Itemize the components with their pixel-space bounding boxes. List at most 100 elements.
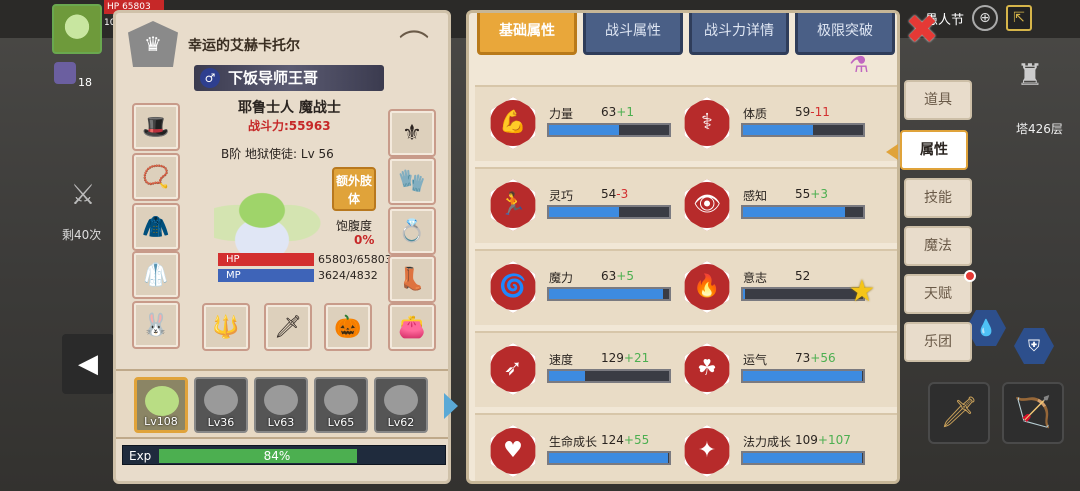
attribute-value: 52	[795, 269, 810, 283]
team-member-5[interactable]: Lv62	[374, 377, 428, 433]
potion-icon[interactable]: ⚗	[845, 53, 873, 87]
equip-slot-cloak[interactable]: 🧥	[132, 203, 180, 251]
attribute-bonus: +5	[616, 269, 634, 283]
bow-skill-icon[interactable]: 🏹	[1002, 382, 1064, 444]
side-item-talent[interactable]: 天赋	[904, 270, 976, 314]
team-member-4[interactable]: Lv65	[314, 377, 368, 433]
shield-icon[interactable]: ⛨	[1014, 328, 1054, 364]
attribute-bar-fill	[743, 453, 862, 463]
equip-slot-boots[interactable]: 👢	[388, 255, 436, 303]
attribute-bar	[547, 451, 671, 465]
hud-avatar[interactable]	[52, 4, 102, 54]
tab-limit-break[interactable]: 极限突破	[795, 13, 895, 55]
character-title: 幸运的艾赫卡托尔	[188, 38, 300, 54]
attribute-name: 力量	[549, 107, 574, 121]
team-member-2[interactable]: Lv36	[194, 377, 248, 433]
flame-icon: 🔥	[684, 261, 730, 313]
equip-slot-pet[interactable]: 🐰	[132, 301, 180, 349]
attribute-bar-fill	[743, 371, 862, 381]
side-item-attributes[interactable]: 属性	[886, 130, 968, 170]
attribute-row: 🏃 灵巧 54-3 👁 感知 55+3	[475, 167, 897, 243]
star-icon[interactable]: ★	[845, 275, 879, 309]
attribute-item[interactable]: 🔥 意志 52	[669, 257, 865, 317]
crossed-swords-icon[interactable]: ⚔	[66, 178, 100, 212]
sword-skill-icon[interactable]: 🗡	[928, 382, 990, 444]
attribute-bar-fill	[549, 453, 668, 463]
item-icon[interactable]	[54, 62, 76, 84]
attribute-item[interactable]: ♥ 生命成长 124+55	[475, 421, 671, 481]
tab-basic-attributes[interactable]: 基础属性	[477, 13, 577, 55]
attribute-value: 73+56	[795, 351, 836, 365]
equip-slot-armor[interactable]: 🥼	[132, 251, 180, 299]
attribute-value: 54-3	[601, 187, 628, 201]
back-arrow-icon[interactable]: ◀	[62, 334, 114, 394]
tab-combat-attributes[interactable]: 战斗属性	[583, 13, 683, 55]
rank-badge-icon: ♛	[128, 21, 178, 67]
attribute-row: ➶ 速度 129+21 ☘ 运气 73+56	[475, 331, 897, 407]
close-icon[interactable]: ✖	[902, 10, 942, 50]
equip-slot-pumpkin-staff[interactable]: 🎃	[324, 303, 372, 351]
member-level: Lv63	[267, 416, 295, 429]
globe-icon[interactable]: ⊕	[972, 5, 999, 31]
attribute-item[interactable]: ✦ 法力成长 109+107	[669, 421, 865, 481]
runner-icon: 🏃	[490, 179, 536, 231]
attribute-bar-fill	[549, 289, 663, 299]
attribute-item[interactable]: 🏃 灵巧 54-3	[475, 175, 671, 235]
equip-slot-trident[interactable]: 🔱	[202, 303, 250, 351]
attribute-bonus: +56	[810, 351, 836, 365]
attribute-item[interactable]: 👁 感知 55+3	[669, 175, 865, 235]
equip-slot-ring[interactable]: 💍	[388, 207, 436, 255]
attribute-bar-fill	[549, 371, 585, 381]
attribute-item[interactable]: 💪 力量 63+1	[475, 93, 671, 153]
attribute-bar-fill	[743, 125, 813, 135]
side-item-magic[interactable]: 魔法	[904, 226, 972, 266]
attribute-base-value: 63	[601, 105, 617, 119]
water-drop-icon[interactable]: 💧	[966, 310, 1006, 346]
extra-limb-button[interactable]: 额外肢体	[332, 167, 376, 211]
attribute-bar	[741, 451, 865, 465]
exp-bar: Exp 84%	[122, 445, 446, 465]
member-portrait	[145, 386, 179, 416]
hanger-icon[interactable]: ⌒	[390, 25, 438, 69]
exit-icon[interactable]: ⇱	[1006, 5, 1033, 31]
team-member-3[interactable]: Lv63	[254, 377, 308, 433]
attribute-item[interactable]: ➶ 速度 129+21	[475, 339, 671, 399]
member-level: Lv62	[387, 416, 415, 429]
muscle-icon: 💪	[490, 97, 536, 149]
attribute-bonus: +1	[616, 105, 634, 119]
member-portrait	[204, 385, 238, 415]
attribute-base-value: 124	[601, 433, 624, 447]
attribute-name: 意志	[743, 271, 768, 285]
side-item-band[interactable]: 乐团	[904, 322, 972, 362]
race-class: 耶鲁士人 魔战士	[238, 100, 341, 116]
member-portrait	[264, 385, 298, 415]
equip-slot-necklace[interactable]: 📿	[132, 153, 180, 201]
attribute-base-value: 55	[795, 187, 811, 201]
member-level: Lv36	[207, 416, 235, 429]
side-item-label: 属性	[920, 142, 948, 158]
side-item-skills[interactable]: 技能	[904, 178, 972, 218]
attribute-bonus: -11	[810, 105, 830, 119]
attribute-bar	[547, 123, 671, 137]
equip-slot-crest[interactable]: ⚜	[388, 109, 436, 157]
attribute-bonus: +107	[817, 433, 851, 447]
equip-slot-accessory[interactable]: 👛	[388, 303, 436, 351]
attribute-bonus: +21	[623, 351, 650, 365]
attribute-item[interactable]: 🌀 魔力 63+5	[475, 257, 671, 317]
equip-slot-helmet[interactable]: 🎩	[132, 103, 180, 151]
attribute-item[interactable]: ☘ 运气 73+56	[669, 339, 865, 399]
attribute-bar	[547, 287, 671, 301]
tower-icon[interactable]: ♜	[1010, 58, 1050, 108]
side-item-items[interactable]: 道具	[904, 80, 972, 120]
attribute-base-value: 109	[795, 433, 818, 447]
team-member-1[interactable]: Lv108	[134, 377, 188, 433]
equip-slot-sword[interactable]: 🗡	[264, 303, 312, 351]
member-portrait	[384, 385, 418, 415]
attribute-bonus: -3	[616, 187, 629, 201]
satiety-value: 0%	[354, 233, 375, 247]
attribute-item[interactable]: ⚕ 体质 59-11	[669, 93, 865, 153]
equip-slot-gloves[interactable]: 🧤	[388, 157, 436, 205]
character-name-bar[interactable]: ♂ 下饭导师王哥	[194, 65, 384, 91]
attribute-row: ♥ 生命成长 124+55 ✦ 法力成长 109+107	[475, 413, 897, 481]
tab-power-details[interactable]: 战斗力详情	[689, 13, 789, 55]
